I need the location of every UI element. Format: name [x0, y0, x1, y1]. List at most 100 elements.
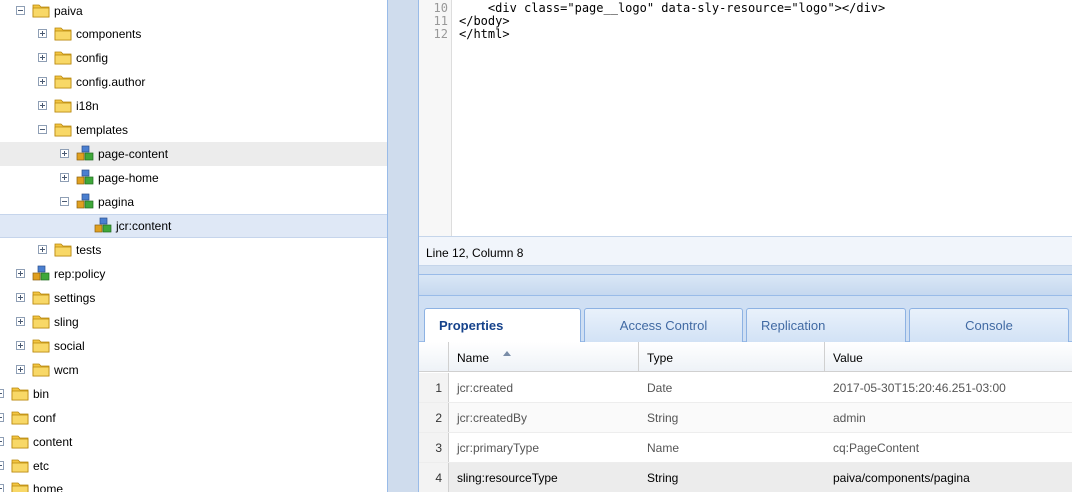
expand-toggle-icon[interactable]: [16, 317, 25, 326]
tree-node-i18n[interactable]: i18n: [0, 94, 387, 118]
column-header-label: Value: [833, 351, 863, 365]
tree-node-page-home[interactable]: page-home: [0, 166, 387, 190]
tree-node-label: sling: [54, 315, 79, 329]
table-row[interactable]: 2 jcr:createdBy String admin: [419, 403, 1072, 433]
tree-node-label: config.author: [76, 75, 146, 89]
row-number: 4: [435, 471, 442, 485]
line-number: 10: [433, 1, 448, 15]
tree-node-settings[interactable]: settings: [0, 286, 387, 310]
tree-node-pagina[interactable]: pagina: [0, 190, 387, 214]
property-type: String: [647, 411, 679, 425]
row-number: 2: [435, 411, 442, 425]
tab-access-control[interactable]: Access Control: [584, 308, 743, 342]
column-header-name[interactable]: Name: [449, 342, 639, 372]
code-line[interactable]: <div class="page__logo" data-sly-resourc…: [459, 2, 885, 14]
properties-panel-header: [419, 274, 1072, 296]
table-row[interactable]: 4 sling:resourceType String paiva/compon…: [419, 463, 1072, 492]
tab-label: Properties: [439, 318, 504, 333]
tree-node-components[interactable]: components: [0, 22, 387, 46]
folder-icon: [11, 411, 29, 425]
code-line[interactable]: </html>: [459, 28, 510, 40]
tree-node-label: page-content: [98, 147, 169, 161]
tree-node-paiva[interactable]: paiva: [0, 0, 387, 23]
property-type: Name: [647, 441, 680, 455]
expand-toggle-icon[interactable]: [38, 29, 47, 38]
tree-node-config-author[interactable]: config.author: [0, 70, 387, 94]
tab-label: Replication: [761, 318, 826, 333]
folder-icon: [11, 387, 29, 401]
expand-toggle-icon[interactable]: [0, 484, 4, 492]
expand-toggle-icon[interactable]: [60, 149, 69, 158]
tree-node-content[interactable]: content: [0, 430, 387, 454]
table-row[interactable]: 1 jcr:created Date 2017-05-30T15:20:46.2…: [419, 373, 1072, 403]
tree-node-label: components: [76, 27, 142, 41]
tree-node-home[interactable]: home: [0, 477, 387, 492]
tab-label: Console: [965, 318, 1013, 333]
line-number: 11: [433, 14, 448, 28]
tree-node-sling[interactable]: sling: [0, 310, 387, 334]
expand-toggle-icon[interactable]: [38, 53, 47, 62]
properties-tab-strip: Properties Access Control Replication Co…: [419, 296, 1072, 343]
expand-toggle-icon[interactable]: [38, 101, 47, 110]
row-number-header: [419, 342, 449, 372]
expand-toggle-icon[interactable]: [16, 341, 25, 350]
folder-icon: [54, 75, 72, 89]
tree-node-social[interactable]: social: [0, 334, 387, 358]
tree-node-etc[interactable]: etc: [0, 454, 387, 478]
column-header-value[interactable]: Value: [825, 342, 1072, 372]
tree-node-label: bin: [33, 387, 50, 401]
tree-node-bin[interactable]: bin: [0, 382, 387, 406]
tree-node-config[interactable]: config: [0, 46, 387, 70]
folder-icon: [32, 363, 50, 377]
tree-node-label: i18n: [76, 99, 99, 113]
row-number-cell: 1: [419, 373, 449, 402]
expand-toggle-icon[interactable]: [38, 77, 47, 86]
collapse-toggle-icon[interactable]: [60, 197, 69, 206]
code-line[interactable]: </body>: [459, 15, 510, 27]
tree-node-tests[interactable]: tests: [0, 238, 387, 262]
code-editor[interactable]: 10 <div class="page__logo" data-sly-reso…: [419, 0, 1072, 236]
tab-replication[interactable]: Replication: [746, 308, 906, 342]
sort-ascending-icon: [503, 351, 511, 356]
tree-node-label: home: [33, 482, 64, 492]
property-value: cq:PageContent: [833, 441, 920, 455]
tree-node-conf[interactable]: conf: [0, 406, 387, 430]
editor-status-bar: Line 12, Column 8: [419, 236, 1072, 266]
tree-node-templates[interactable]: templates: [0, 118, 387, 142]
expand-toggle-icon[interactable]: [60, 173, 69, 182]
property-type: Date: [647, 381, 673, 395]
panel-gap: [419, 266, 1072, 274]
expand-toggle-icon[interactable]: [38, 245, 47, 254]
expand-toggle-icon[interactable]: [0, 413, 4, 422]
tree-node-label: content: [33, 435, 73, 449]
folder-icon: [32, 4, 50, 18]
tab-properties[interactable]: Properties: [424, 308, 581, 343]
tab-console[interactable]: Console: [909, 308, 1069, 342]
panel-splitter[interactable]: [387, 0, 419, 492]
folder-icon: [54, 27, 72, 41]
tree-node-wcm[interactable]: wcm: [0, 358, 387, 382]
expand-toggle-icon[interactable]: [0, 461, 4, 470]
tree-node-label: rep:policy: [54, 267, 106, 281]
tree-node-label: tests: [76, 243, 102, 257]
expand-toggle-icon[interactable]: [16, 293, 25, 302]
collapse-toggle-icon[interactable]: [38, 125, 47, 134]
column-header-type[interactable]: Type: [639, 342, 825, 372]
collapse-toggle-icon[interactable]: [16, 6, 25, 15]
tree-node-label: templates: [76, 123, 129, 137]
property-name: jcr:created: [457, 381, 514, 395]
properties-grid: Name Type Value 1 jcr:created Date 2017-…: [419, 342, 1072, 492]
line-number: 12: [433, 27, 448, 41]
row-number-cell: 3: [419, 433, 449, 462]
expand-toggle-icon[interactable]: [16, 365, 25, 374]
table-row[interactable]: 3 jcr:primaryType Name cq:PageContent: [419, 433, 1072, 463]
expand-toggle-icon[interactable]: [0, 437, 4, 446]
expand-toggle-icon[interactable]: [16, 269, 25, 278]
folder-icon: [32, 291, 50, 305]
property-value: paiva/components/pagina: [833, 471, 970, 485]
tree-node-rep-policy[interactable]: rep:policy: [0, 262, 387, 286]
tree-node-page-content[interactable]: page-content: [0, 142, 387, 166]
expand-toggle-icon[interactable]: [0, 389, 4, 398]
property-value: admin: [833, 411, 866, 425]
tree-node-jcr-content[interactable]: jcr:content: [0, 214, 387, 238]
